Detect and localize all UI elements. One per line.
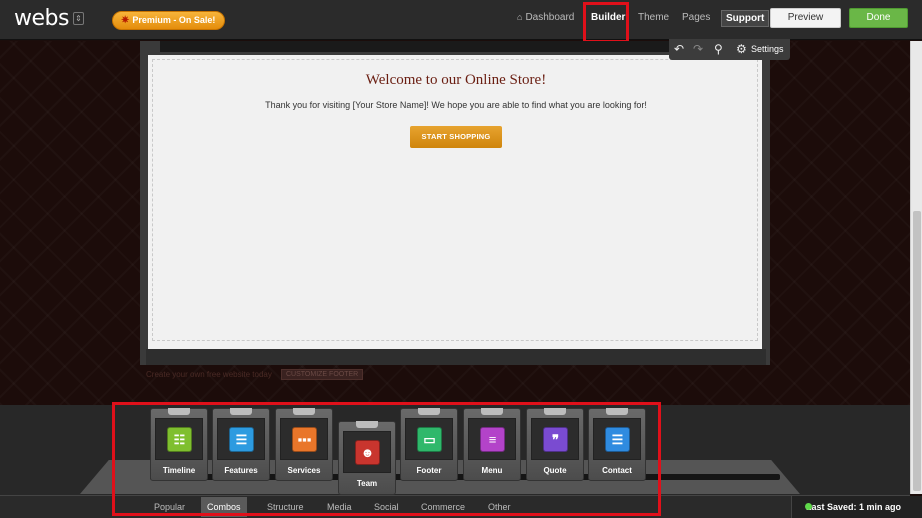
edit-toolbar: ↶ ↷ ⚲ ⚙ Settings bbox=[669, 39, 790, 60]
gear-icon[interactable]: ⚙ bbox=[736, 42, 747, 56]
settings-button[interactable]: Settings bbox=[751, 44, 784, 54]
premium-label: Premium - On Sale! bbox=[132, 15, 216, 25]
saved-status-dot-icon bbox=[805, 503, 812, 510]
page-canvas[interactable]: Welcome to our Online Store! Thank you f… bbox=[148, 55, 762, 349]
site-switcher-icon[interactable]: ⇕ bbox=[73, 12, 84, 25]
redo-icon[interactable]: ↷ bbox=[693, 42, 703, 56]
builder-highlight-box bbox=[583, 2, 629, 43]
start-shopping-button[interactable]: START SHOPPING bbox=[410, 126, 502, 148]
widget-panel-highlight-box bbox=[112, 402, 661, 516]
scrollbar-thumb[interactable] bbox=[913, 211, 921, 491]
undo-icon[interactable]: ↶ bbox=[674, 42, 684, 56]
page-scrollbar[interactable] bbox=[910, 41, 922, 494]
nav-pages[interactable]: Pages bbox=[682, 12, 710, 23]
welcome-heading[interactable]: Welcome to our Online Store! bbox=[153, 72, 759, 89]
top-bar: webs ⇕ ✷ Premium - On Sale! ⌂ Dashboard Bu… bbox=[0, 0, 922, 40]
star-icon: ✷ bbox=[121, 15, 130, 26]
premium-sale-button[interactable]: ✷ Premium - On Sale! bbox=[112, 11, 226, 30]
welcome-text[interactable]: Thank you for visiting [Your Store Name]… bbox=[153, 100, 759, 110]
webs-logo[interactable]: webs bbox=[14, 6, 69, 31]
home-icon: ⌂ bbox=[517, 12, 523, 22]
page-frame-bottom bbox=[146, 349, 766, 365]
preview-button[interactable]: Preview bbox=[770, 8, 841, 28]
nav-dashboard-label: Dashboard bbox=[525, 12, 575, 23]
customize-footer-button[interactable]: CUSTOMIZE FOOTER bbox=[281, 369, 364, 380]
footer-text: Create your own free website today bbox=[146, 370, 272, 379]
done-button[interactable]: Done bbox=[849, 8, 908, 28]
nav-support[interactable]: Support bbox=[721, 10, 770, 27]
nav-theme[interactable]: Theme bbox=[638, 12, 669, 23]
nav-dashboard[interactable]: ⌂ Dashboard bbox=[517, 12, 574, 23]
search-icon[interactable]: ⚲ bbox=[714, 42, 723, 56]
content-section[interactable]: Welcome to our Online Store! Thank you f… bbox=[152, 59, 758, 341]
